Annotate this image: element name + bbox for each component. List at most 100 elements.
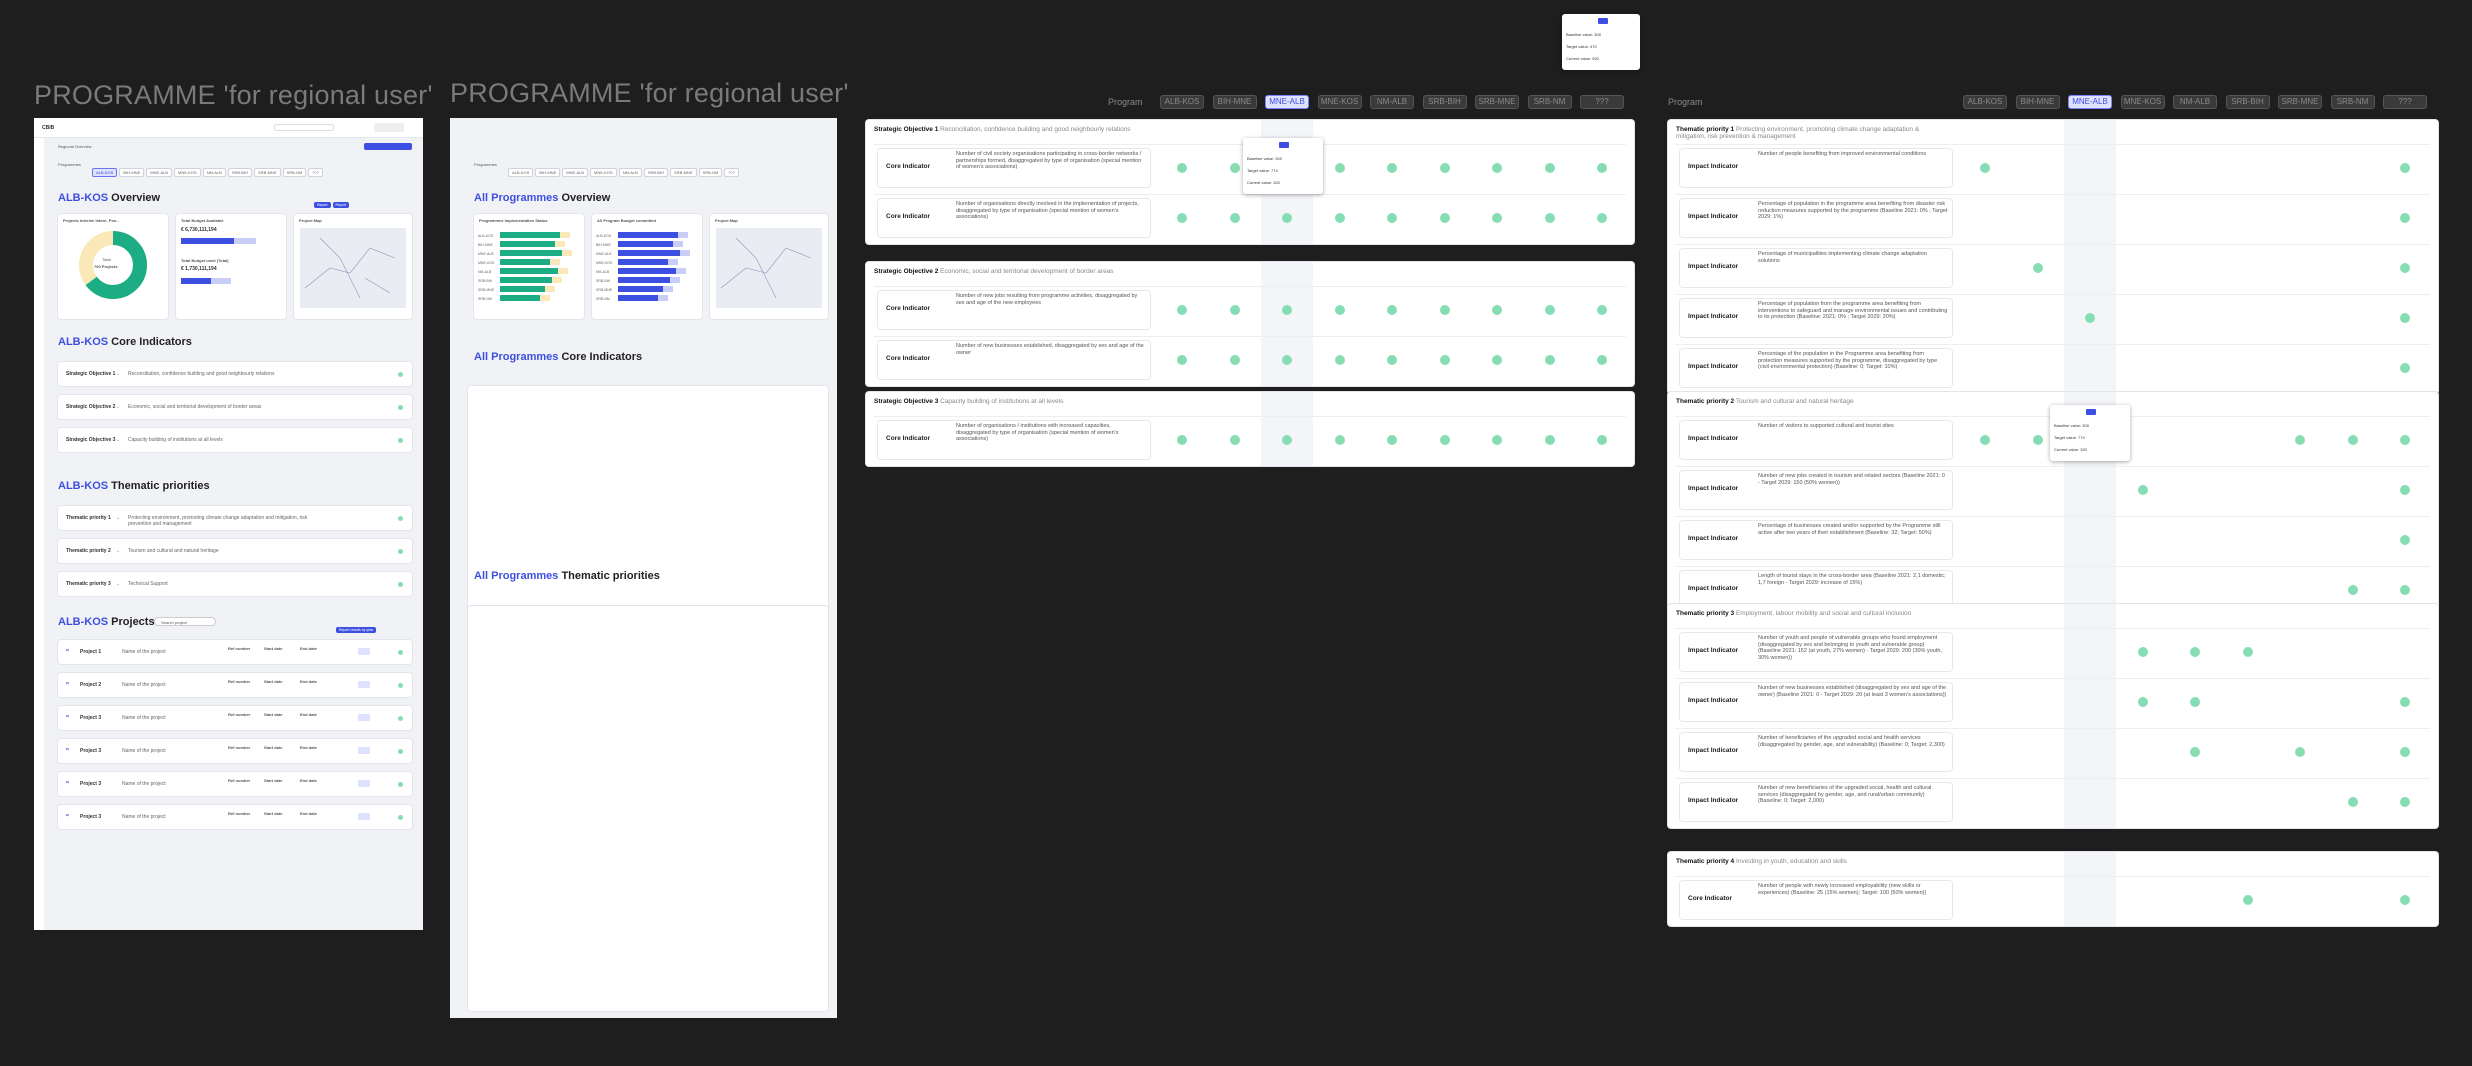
- project-row[interactable]: ⌗ Project 2 Name of the project Ref number S…: [58, 673, 412, 697]
- program-tab[interactable]: MNE-ALB: [1265, 95, 1309, 109]
- program-tab-5[interactable]: SRB-BIH: [643, 168, 669, 177]
- indicator-dot[interactable]: [1387, 435, 1397, 445]
- indicator-dot[interactable]: [2400, 585, 2410, 595]
- program-tab-0[interactable]: ALB-KOS: [508, 168, 534, 177]
- indicator-dot[interactable]: [2347, 797, 2358, 807]
- program-tab[interactable]: SRB-MNE: [1475, 95, 1519, 109]
- program-tab-1[interactable]: BIH-MNE: [535, 168, 561, 177]
- program-tab-3[interactable]: MNE-KOS: [590, 168, 617, 177]
- indicator-dot[interactable]: [2137, 485, 2148, 495]
- indicator-row[interactable]: Impact Indicator Percentage of businesses…: [1676, 516, 2430, 562]
- indicator-row[interactable]: Core Indicator Number of new jobs resulti…: [874, 286, 1626, 332]
- indicator-dot[interactable]: [1282, 305, 1292, 315]
- program-tab-1[interactable]: BIH-MNE: [119, 168, 145, 177]
- program-tab[interactable]: NM-ALB: [2173, 95, 2217, 109]
- indicator-dot[interactable]: [2137, 697, 2148, 707]
- indicator-dot[interactable]: [2190, 747, 2200, 757]
- indicator-dot[interactable]: [1597, 305, 1607, 315]
- indicator-dot[interactable]: [2400, 213, 2410, 223]
- indicator-dot[interactable]: [1334, 305, 1345, 315]
- indicator-dot[interactable]: [2400, 797, 2410, 807]
- indicator-row[interactable]: Core Indicator Number of people with newl…: [1676, 876, 2430, 922]
- program-tab[interactable]: BIH-MNE: [1212, 95, 1257, 109]
- program-tab-8[interactable]: ???: [308, 168, 323, 177]
- indicator-dot[interactable]: [2400, 535, 2410, 545]
- project-row[interactable]: ⌗ Project 1 Name of the project Ref number S…: [58, 640, 412, 664]
- indicator-dot[interactable]: [2400, 163, 2410, 173]
- project-badge[interactable]: [358, 747, 370, 754]
- project-map-2[interactable]: [716, 228, 822, 308]
- program-tab[interactable]: ???: [1580, 95, 1624, 109]
- indicator-dot[interactable]: [1334, 435, 1345, 445]
- indicator-dot[interactable]: [1387, 163, 1397, 173]
- program-tab-6[interactable]: SRB-MNE: [670, 168, 697, 177]
- indicator-dot[interactable]: [1439, 435, 1450, 445]
- indicator-dot[interactable]: [1544, 213, 1555, 223]
- indicator-row[interactable]: Impact Indicator Number of people benefit…: [1676, 144, 2430, 190]
- indicator-dot[interactable]: [1177, 305, 1187, 315]
- indicator-dot[interactable]: [2190, 647, 2200, 657]
- report-button[interactable]: Report: [314, 202, 331, 208]
- indicator-dot[interactable]: [2400, 697, 2410, 707]
- project-badge[interactable]: [358, 681, 370, 688]
- tooltip-toggle[interactable]: [2086, 409, 2096, 415]
- project-row[interactable]: ⌗ Project 3 Name of the project Ref number S…: [58, 739, 412, 763]
- indicator-dot[interactable]: [2137, 647, 2148, 657]
- indicator-dot[interactable]: [1229, 213, 1240, 223]
- program-tab[interactable]: MNE-ALB: [2068, 95, 2112, 109]
- collapsible-row[interactable]: Strategic Objective 2 ⌄ Economic, social a…: [58, 395, 412, 419]
- indicator-row[interactable]: Impact Indicator Number of beneficiaries …: [1676, 728, 2430, 774]
- indicator-dot[interactable]: [2400, 895, 2410, 905]
- indicator-dot[interactable]: [1177, 435, 1187, 445]
- indicator-dot[interactable]: [1544, 305, 1555, 315]
- indicator-dot[interactable]: [2032, 263, 2043, 273]
- indicator-dot[interactable]: [1229, 163, 1240, 173]
- indicator-dot[interactable]: [2295, 435, 2305, 445]
- chevron-down-icon[interactable]: ⌄: [116, 371, 120, 377]
- program-tab-2[interactable]: MNE-ALB: [146, 168, 173, 177]
- indicator-dot[interactable]: [1334, 213, 1345, 223]
- tooltip-toggle[interactable]: [1598, 18, 1608, 24]
- collapsible-row[interactable]: Strategic Objective 3 ⌄ Capacity building …: [58, 428, 412, 452]
- indicator-row[interactable]: Core Indicator Number of new businesses e…: [874, 336, 1626, 382]
- indicator-row[interactable]: Core Indicator Number of organisations di…: [874, 194, 1626, 240]
- project-badge[interactable]: [358, 780, 370, 787]
- indicator-dot[interactable]: [1282, 435, 1292, 445]
- indicator-dot[interactable]: [1597, 163, 1607, 173]
- indicator-dot[interactable]: [1229, 355, 1240, 365]
- project-row[interactable]: ⌗ Project 3 Name of the project Ref number S…: [58, 805, 412, 829]
- collapsible-row[interactable]: Thematic priority 1 ⌄ Protecting environme…: [58, 506, 412, 530]
- indicator-dot[interactable]: [2085, 313, 2095, 323]
- program-tab[interactable]: SRB-BIH: [2225, 95, 2270, 109]
- program-tab[interactable]: ???: [2383, 95, 2427, 109]
- user-menu[interactable]: [374, 123, 404, 132]
- indicator-dot[interactable]: [1229, 435, 1240, 445]
- indicator-dot[interactable]: [1177, 163, 1187, 173]
- program-tab[interactable]: BIH-MNE: [2015, 95, 2060, 109]
- indicator-dot[interactable]: [2242, 895, 2253, 905]
- program-tab[interactable]: ALB-KOS: [1963, 95, 2007, 109]
- indicator-dot[interactable]: [2347, 585, 2358, 595]
- indicator-dot[interactable]: [1492, 213, 1502, 223]
- indicator-dot[interactable]: [1387, 305, 1397, 315]
- collapsible-row[interactable]: Thematic priority 3 ⌄ Technical Support: [58, 572, 412, 596]
- indicator-dot[interactable]: [1439, 355, 1450, 365]
- search-input[interactable]: [274, 124, 334, 131]
- indicator-dot[interactable]: [2400, 747, 2410, 757]
- program-tab-6[interactable]: SRB-MNE: [254, 168, 281, 177]
- indicator-dot[interactable]: [2400, 485, 2410, 495]
- collapsible-row[interactable]: Strategic Objective 1 ⌄ Reconciliation, co…: [58, 362, 412, 386]
- indicator-dot[interactable]: [1387, 213, 1397, 223]
- project-row[interactable]: ⌗ Project 3 Name of the project Ref number S…: [58, 706, 412, 730]
- indicator-dot[interactable]: [2400, 363, 2410, 373]
- indicator-dot[interactable]: [1492, 163, 1502, 173]
- chevron-down-icon[interactable]: ⌄: [116, 437, 120, 443]
- indicator-dot[interactable]: [2400, 313, 2410, 323]
- indicator-dot[interactable]: [1597, 213, 1607, 223]
- indicator-row[interactable]: Impact Indicator Percentage of population…: [1676, 294, 2430, 340]
- indicator-row[interactable]: Impact Indicator Percentage of municipali…: [1676, 244, 2430, 290]
- project-search-input[interactable]: Search project: [154, 617, 216, 626]
- indicator-dot[interactable]: [1492, 435, 1502, 445]
- program-tab-2[interactable]: MNE-ALB: [562, 168, 589, 177]
- project-map[interactable]: [300, 228, 406, 308]
